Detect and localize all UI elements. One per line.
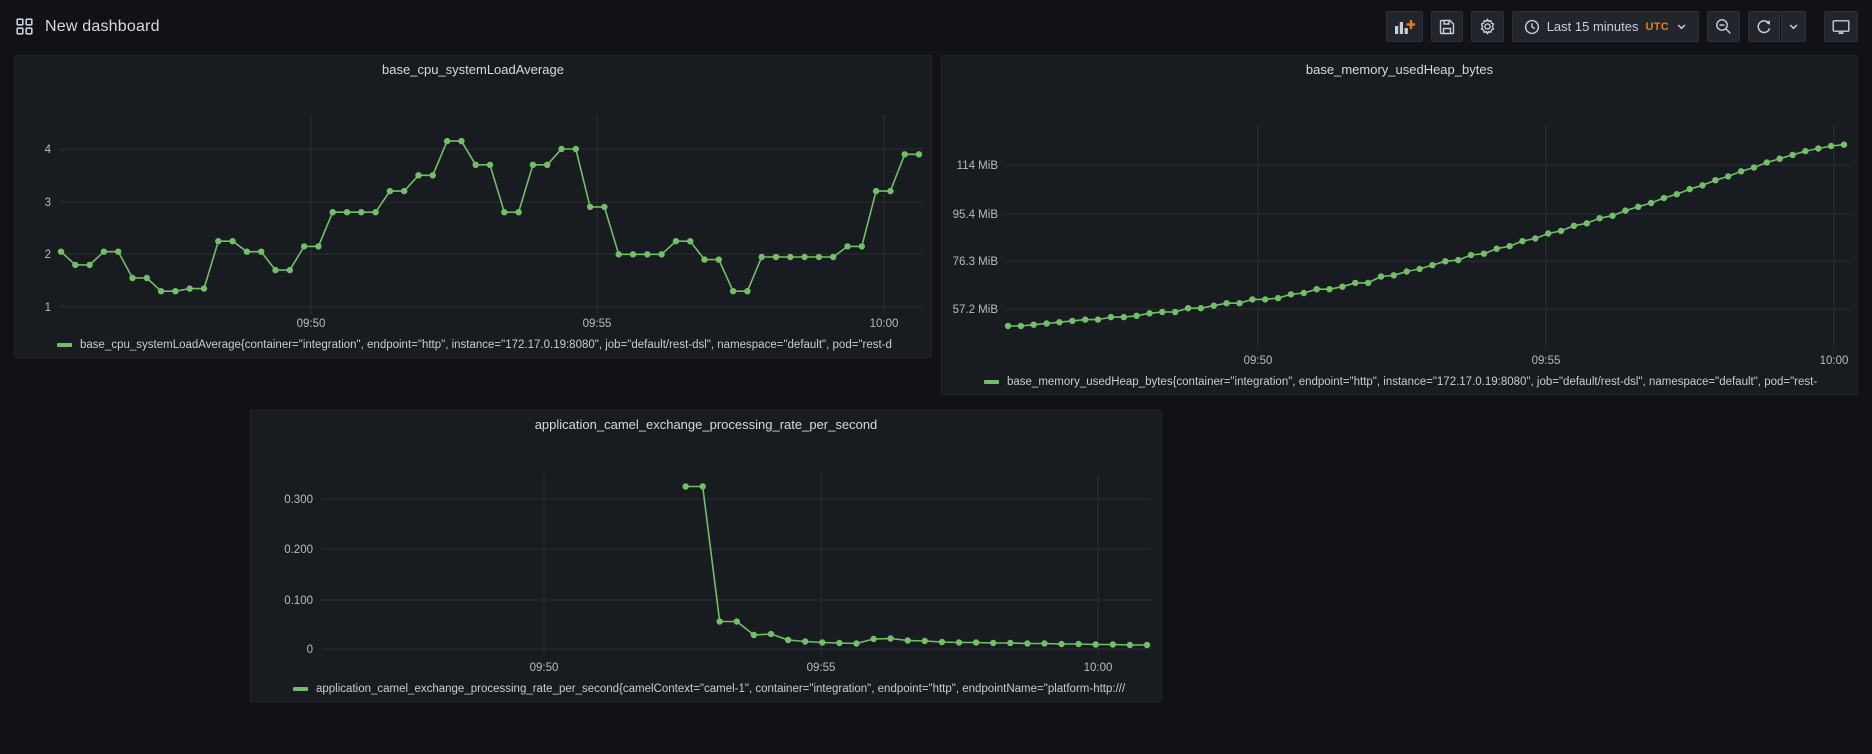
svg-text:1: 1 — [45, 302, 51, 314]
svg-text:09:50: 09:50 — [530, 662, 559, 674]
svg-text:95.4 MiB: 95.4 MiB — [953, 209, 999, 221]
legend-item[interactable]: application_camel_exchange_processing_ra… — [251, 679, 1161, 701]
refresh-icon — [1756, 19, 1772, 35]
legend-item[interactable]: base_memory_usedHeap_bytes{container="in… — [942, 372, 1857, 394]
legend-color-swatch — [293, 687, 308, 691]
chevron-down-icon — [1676, 21, 1687, 32]
timezone-badge: UTC — [1645, 21, 1669, 33]
clock-icon — [1524, 19, 1540, 35]
floppy-disk-icon — [1439, 19, 1455, 35]
dashboard-toolbar: Last 15 minutes UTC — [1386, 11, 1858, 42]
magnifier-minus-icon — [1715, 18, 1732, 35]
legend-series-label: application_camel_exchange_processing_ra… — [316, 683, 1125, 695]
dashboard-settings-button[interactable] — [1471, 11, 1504, 42]
legend-color-swatch — [984, 380, 999, 384]
svg-text:4: 4 — [45, 144, 52, 156]
panel-memory-used-heap: base_memory_usedHeap_bytes 114 MiB 95.4 M… — [941, 55, 1858, 395]
svg-text:57.2 MiB: 57.2 MiB — [953, 304, 999, 316]
dashboard-title: New dashboard — [45, 18, 160, 36]
refresh-interval-dropdown[interactable] — [1781, 11, 1806, 42]
zoom-out-button[interactable] — [1707, 11, 1740, 42]
panel-title[interactable]: base_memory_usedHeap_bytes — [942, 56, 1857, 84]
panel-title[interactable]: base_cpu_systemLoadAverage — [15, 56, 931, 84]
svg-text:0.300: 0.300 — [284, 494, 313, 506]
svg-text:09:50: 09:50 — [297, 318, 326, 330]
svg-text:10:00: 10:00 — [870, 318, 899, 330]
cpu-load-chart: 4 3 2 1 09:50 09:55 10:00 — [15, 84, 931, 335]
svg-text:0.100: 0.100 — [284, 595, 313, 607]
apps-grid-icon[interactable] — [16, 18, 33, 35]
monitor-icon — [1832, 19, 1850, 35]
svg-text:09:55: 09:55 — [807, 662, 836, 674]
memory-heap-chart: 114 MiB 95.4 MiB 76.3 MiB 57.2 MiB 09:50 09:5… — [942, 84, 1857, 372]
panel-cpu-system-load-average: base_cpu_systemLoadAverage 4 3 2 1 09:50 09:5… — [14, 55, 932, 358]
refresh-button-group — [1748, 11, 1806, 42]
time-range-picker[interactable]: Last 15 minutes UTC — [1512, 11, 1699, 42]
legend-series-label: base_cpu_systemLoadAverage{container="in… — [80, 339, 892, 351]
legend-color-swatch — [57, 343, 72, 347]
svg-text:3: 3 — [45, 197, 51, 209]
time-range-label: Last 15 minutes — [1547, 19, 1639, 34]
save-dashboard-button[interactable] — [1431, 11, 1463, 42]
processing-rate-chart: 0.300 0.200 0.100 0 09:50 09:55 10:00 — [251, 439, 1161, 679]
panel-title[interactable]: application_camel_exchange_processing_ra… — [251, 411, 1161, 439]
kiosk-mode-button[interactable] — [1824, 11, 1858, 42]
refresh-button[interactable] — [1748, 11, 1780, 42]
svg-text:114 MiB: 114 MiB — [957, 160, 999, 172]
svg-text:09:55: 09:55 — [1532, 355, 1561, 367]
svg-text:10:00: 10:00 — [1820, 355, 1849, 367]
bar-chart-plus-icon — [1394, 19, 1415, 35]
svg-text:76.3 MiB: 76.3 MiB — [953, 256, 999, 268]
chevron-down-icon — [1788, 21, 1799, 32]
svg-text:10:00: 10:00 — [1084, 662, 1113, 674]
panel-camel-processing-rate: application_camel_exchange_processing_ra… — [250, 410, 1162, 702]
svg-text:0: 0 — [307, 644, 313, 656]
gear-icon — [1479, 18, 1496, 35]
svg-text:09:50: 09:50 — [1244, 355, 1273, 367]
dashboard-header: New dashboard — [0, 0, 1872, 53]
svg-text:0.200: 0.200 — [284, 544, 313, 556]
svg-text:09:55: 09:55 — [583, 318, 612, 330]
legend-series-label: base_memory_usedHeap_bytes{container="in… — [1007, 376, 1817, 388]
legend-item[interactable]: base_cpu_systemLoadAverage{container="in… — [15, 335, 931, 357]
add-panel-button[interactable] — [1386, 11, 1423, 42]
svg-text:2: 2 — [45, 249, 51, 261]
